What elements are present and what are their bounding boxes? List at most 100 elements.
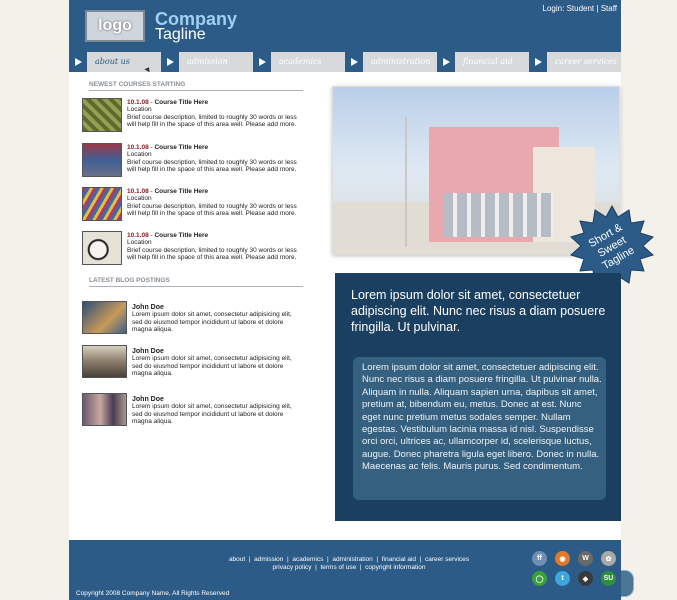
course-date: 10.1.08 xyxy=(127,99,149,106)
blog-thumbnail[interactable] xyxy=(82,301,127,334)
login-separator: | xyxy=(596,4,599,13)
footer-link-copyright-info[interactable]: copyright information xyxy=(365,564,425,571)
course-text: 10.1.08 - Course Title Here Location Bri… xyxy=(127,144,299,174)
nav-label: academics xyxy=(279,57,322,66)
blog-text: John Doe Lorem ipsum dolor sit amet, con… xyxy=(132,348,297,378)
course-item[interactable]: 10.1.08 - Course Title Here Location Bri… xyxy=(82,187,297,223)
course-location: Location xyxy=(127,106,152,114)
course-text: 10.1.08 - Course Title Here Location Bri… xyxy=(127,232,299,262)
stumbleupon-icon[interactable]: SU xyxy=(601,571,616,586)
blog-excerpt: Lorem ipsum dolor sit amet, consectetur … xyxy=(132,311,292,334)
logo[interactable]: logo xyxy=(85,10,145,42)
course-item[interactable]: 10.1.08 - Course Title Here Location Bri… xyxy=(82,143,297,179)
footer-link-administration[interactable]: administration xyxy=(332,556,372,563)
footer-link-admission[interactable]: admission xyxy=(254,556,283,563)
blog-thumbnail[interactable] xyxy=(82,393,127,426)
course-item[interactable]: 10.1.08 - Course Title Here Location Bri… xyxy=(82,98,297,134)
footer: about | admission | academics | administ… xyxy=(69,540,621,600)
course-thumbnail[interactable] xyxy=(82,231,122,265)
share-icon[interactable]: ✿ xyxy=(601,551,616,566)
blog-author-link[interactable]: John Doe xyxy=(132,304,164,311)
course-description: Brief course description, limited to rou… xyxy=(127,246,297,262)
copyright-text: Copyright 2008 Company Name, All Rights … xyxy=(76,590,230,597)
chat-icon[interactable]: ◯ xyxy=(532,571,547,586)
login-student-link[interactable]: Student xyxy=(567,4,595,13)
play-arrow-icon xyxy=(253,52,271,72)
login-staff-link[interactable]: Staff xyxy=(601,4,617,13)
footer-link-career-services[interactable]: career services xyxy=(425,556,469,563)
course-title-link[interactable]: Course Title Here xyxy=(154,99,208,106)
footer-links-row-1: about | admission | academics | administ… xyxy=(228,556,470,563)
course-location: Location xyxy=(127,195,152,203)
course-title-link[interactable]: Course Title Here xyxy=(154,232,208,239)
nav-label: administration xyxy=(371,57,431,66)
login-label: Login: xyxy=(542,4,565,13)
course-date: 10.1.08 xyxy=(127,144,149,151)
course-text: 10.1.08 - Course Title Here Location Bri… xyxy=(127,99,299,129)
course-title-link[interactable]: Course Title Here xyxy=(154,188,208,195)
footer-link-academics[interactable]: academics xyxy=(292,556,323,563)
course-location: Location xyxy=(127,239,152,247)
company-tagline: Tagline xyxy=(155,26,206,43)
main-nav: about us admission academics administrat… xyxy=(69,52,621,72)
play-arrow-icon xyxy=(529,52,547,72)
course-description: Brief course description, limited to rou… xyxy=(127,113,297,129)
blog-item[interactable]: John Doe Lorem ipsum dolor sit amet, con… xyxy=(82,301,297,337)
nav-item-administration[interactable]: administration xyxy=(345,52,437,72)
feature-headline: Lorem ipsum dolor sit amet, consectetuer… xyxy=(351,288,606,334)
nav-item-career-services[interactable]: career services xyxy=(529,52,621,72)
footer-link-terms[interactable]: terms of use xyxy=(320,564,356,571)
nav-label: career services xyxy=(555,57,617,66)
play-arrow-icon xyxy=(437,52,455,72)
course-description: Brief course description, limited to rou… xyxy=(127,158,297,174)
course-thumbnail[interactable] xyxy=(82,98,122,132)
blog-excerpt: Lorem ipsum dolor sit amet, consectetur … xyxy=(132,355,292,378)
photo-flagpole xyxy=(405,117,407,247)
delicious-icon[interactable]: ◆ xyxy=(578,571,593,586)
page: logo Company Tagline Login: Student | St… xyxy=(69,0,654,600)
course-title-link[interactable]: Course Title Here xyxy=(154,144,208,151)
feature-body: Lorem ipsum dolor sit amet, consectetuer… xyxy=(362,362,602,473)
course-date: 10.1.08 xyxy=(127,188,149,195)
footer-links: about | admission | academics | administ… xyxy=(189,556,509,572)
friendfeed-icon[interactable]: ff xyxy=(532,551,547,566)
blog-author-link[interactable]: John Doe xyxy=(132,396,164,403)
blog-item[interactable]: John Doe Lorem ipsum dolor sit amet, con… xyxy=(82,345,297,381)
rss-icon[interactable]: ◉ xyxy=(555,551,570,566)
play-arrow-icon xyxy=(69,52,87,72)
footer-link-about[interactable]: about xyxy=(229,556,245,563)
course-thumbnail[interactable] xyxy=(82,187,122,221)
course-description: Brief course description, limited to rou… xyxy=(127,202,297,218)
nav-item-academics[interactable]: academics xyxy=(253,52,345,72)
footer-link-privacy[interactable]: privacy policy xyxy=(273,564,312,571)
play-arrow-icon xyxy=(161,52,179,72)
blog-text: John Doe Lorem ipsum dolor sit amet, con… xyxy=(132,304,297,334)
feature-box: Lorem ipsum dolor sit amet, consectetuer… xyxy=(335,273,634,597)
login-area: Login: Student | Staff xyxy=(543,4,617,13)
blog-text: John Doe Lorem ipsum dolor sit amet, con… xyxy=(132,396,297,426)
blog-item[interactable]: John Doe Lorem ipsum dolor sit amet, con… xyxy=(82,393,297,429)
course-text: 10.1.08 - Course Title Here Location Bri… xyxy=(127,188,299,218)
footer-links-row-2: privacy policy | terms of use | copyrigh… xyxy=(272,564,426,571)
blog-excerpt: Lorem ipsum dolor sit amet, consectetur … xyxy=(132,403,292,426)
blog-author-link[interactable]: John Doe xyxy=(132,348,164,355)
feature-inner-panel: Lorem ipsum dolor sit amet, consectetuer… xyxy=(353,357,634,597)
wordpress-icon[interactable]: W xyxy=(578,551,593,566)
course-date: 10.1.08 xyxy=(127,232,149,239)
header: logo Company Tagline Login: Student | St… xyxy=(69,0,621,52)
course-item[interactable]: 10.1.08 - Course Title Here Location Bri… xyxy=(82,231,297,267)
courses-section-title: NEWEST COURSES STARTING xyxy=(89,81,303,91)
nav-label: admission xyxy=(187,57,228,66)
course-location: Location xyxy=(127,151,152,159)
twitter-icon[interactable]: t xyxy=(555,571,570,586)
play-arrow-icon xyxy=(345,52,363,72)
course-thumbnail[interactable] xyxy=(82,143,122,177)
blog-section-title: LATEST BLOG POSTINGS xyxy=(89,277,303,287)
nav-label: financial aid xyxy=(463,57,513,66)
footer-link-financial-aid[interactable]: financial aid xyxy=(382,556,416,563)
blog-thumbnail[interactable] xyxy=(82,345,127,378)
photo-windows xyxy=(443,193,553,237)
nav-item-admission[interactable]: admission xyxy=(161,52,253,72)
nav-label: about us xyxy=(95,57,130,66)
nav-item-financial-aid[interactable]: financial aid xyxy=(437,52,529,72)
